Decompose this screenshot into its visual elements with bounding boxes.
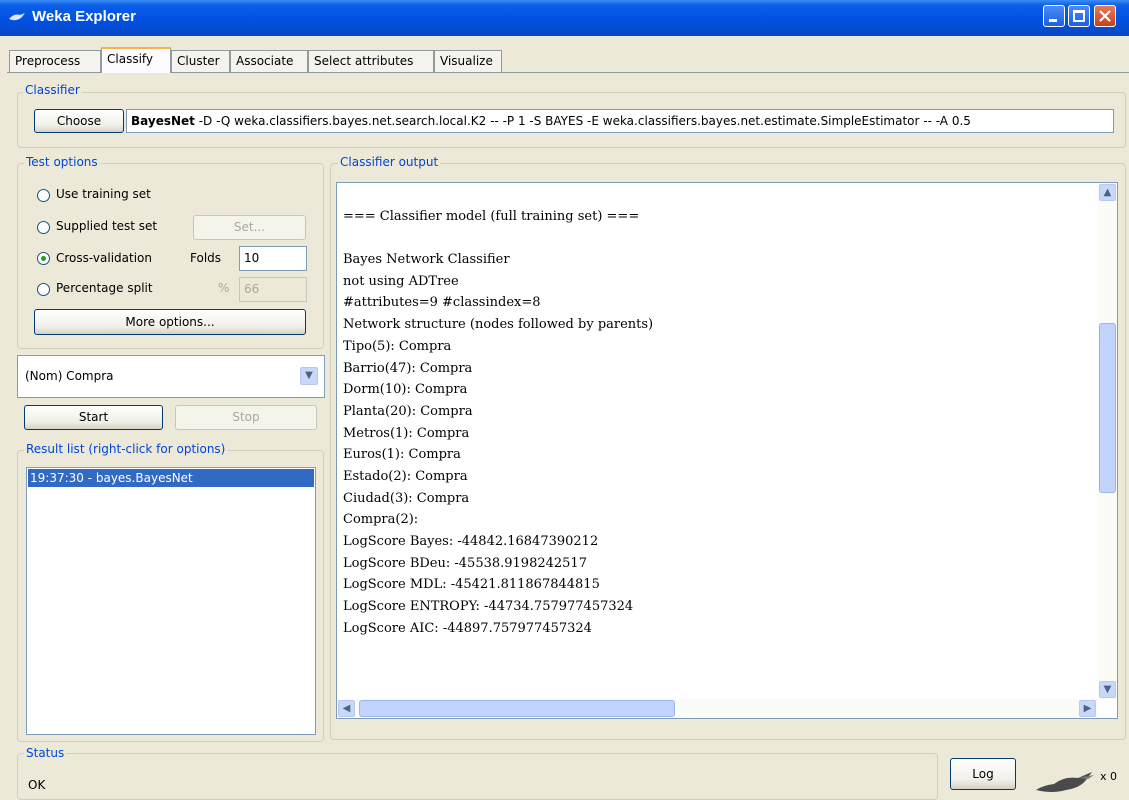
chevron-down-icon[interactable]: ▼ <box>300 367 318 385</box>
class-select-value: (Nom) Compra <box>25 369 114 383</box>
output-line: not using ADTree <box>343 273 459 289</box>
output-line: Network structure (nodes followed by par… <box>343 317 654 333</box>
output-line: Bayes Network Classifier <box>343 252 510 268</box>
tab-preprocess[interactable]: Preprocess <box>9 50 101 72</box>
output-line: LogScore BDeu: -45538.9198242517 <box>343 555 587 571</box>
output-line: #attributes=9 #classindex=8 <box>343 295 541 311</box>
status-legend: Status <box>24 746 67 760</box>
horizontal-scrollbar[interactable]: ◀ ▶ <box>337 699 1098 718</box>
maximize-button[interactable] <box>1068 5 1090 27</box>
vertical-scrollbar[interactable]: ▲ ▼ <box>1098 183 1117 699</box>
tab-label: Cluster <box>177 54 220 68</box>
tab-label: Classify <box>107 52 154 66</box>
window-title: Weka Explorer <box>32 8 136 25</box>
result-list[interactable]: 19:37:30 - bayes.BayesNet <box>26 467 316 735</box>
tab-cluster[interactable]: Cluster <box>171 50 230 72</box>
output-line: LogScore MDL: -45421.811867844815 <box>343 577 600 593</box>
status-text: OK <box>28 778 46 792</box>
stop-button[interactable]: Stop <box>175 405 317 430</box>
log-button[interactable]: Log <box>950 758 1016 790</box>
percent-symbol: % <box>218 281 230 295</box>
output-line: === Classifier model (full training set)… <box>343 208 640 224</box>
output-line: Barrio(47): Compra <box>343 360 473 376</box>
more-options-button[interactable]: More options... <box>34 309 306 335</box>
status-group <box>17 753 938 800</box>
tab-label: Preprocess <box>15 54 81 68</box>
output-line: LogScore AIC: -44897.757977457324 <box>343 620 592 636</box>
scroll-left-icon[interactable]: ◀ <box>338 700 355 717</box>
tab-label: Visualize <box>440 54 493 68</box>
maximize-icon <box>1073 10 1085 22</box>
classifier-output-legend: Classifier output <box>338 155 441 169</box>
minimize-icon <box>1049 19 1057 22</box>
tab-classify[interactable]: Classify <box>101 47 171 73</box>
tab-select-attributes[interactable]: Select attributes <box>308 50 434 72</box>
percentage-split-radio[interactable] <box>37 283 50 296</box>
cross-validation-label: Cross-validation <box>56 251 152 265</box>
output-line: Tipo(5): Compra <box>343 338 452 354</box>
classifier-config-field[interactable]: BayesNet -D -Q weka.classifiers.bayes.ne… <box>126 109 1114 133</box>
output-line: LogScore ENTROPY: -44734.757977457324 <box>343 599 634 615</box>
output-line: LogScore Bayes: -44842.16847390212 <box>343 534 599 549</box>
folds-input[interactable]: 10 <box>239 246 307 271</box>
scroll-up-icon[interactable]: ▲ <box>1099 184 1116 201</box>
vertical-scroll-thumb[interactable] <box>1099 323 1116 493</box>
close-icon <box>1099 10 1111 22</box>
output-line: Ciudad(3): Compra <box>343 490 470 506</box>
output-line: Estado(2): Compra <box>343 468 468 484</box>
percentage-split-label: Percentage split <box>56 281 153 295</box>
test-options-legend: Test options <box>24 155 100 169</box>
result-list-item[interactable]: 19:37:30 - bayes.BayesNet <box>28 469 314 487</box>
minimize-button[interactable] <box>1043 5 1065 27</box>
title-bar[interactable]: Weka Explorer <box>0 0 1129 36</box>
output-line: Dorm(10): Compra <box>343 382 468 398</box>
start-button[interactable]: Start <box>24 405 163 430</box>
percent-input[interactable]: 66 <box>239 277 307 302</box>
tab-label: Select attributes <box>314 54 414 68</box>
output-line: Compra(2): <box>343 512 419 528</box>
scroll-down-icon[interactable]: ▼ <box>1099 681 1116 698</box>
weka-bird-icon <box>1036 772 1094 792</box>
cross-validation-radio[interactable] <box>37 252 50 265</box>
supplied-test-set-label: Supplied test set <box>56 219 158 233</box>
output-lines: === Classifier model (full training set)… <box>338 184 1098 697</box>
scroll-right-icon[interactable]: ▶ <box>1079 700 1096 717</box>
set-button[interactable]: Set... <box>193 215 306 240</box>
classifier-output-text[interactable]: === Classifier model (full training set)… <box>338 184 1098 697</box>
supplied-test-set-radio[interactable] <box>37 221 50 234</box>
choose-button[interactable]: Choose <box>34 109 124 133</box>
result-list-legend: Result list (right-click for options) <box>24 442 228 456</box>
output-line: Euros(1): Compra <box>343 447 461 463</box>
use-training-set-radio[interactable] <box>37 189 50 202</box>
horizontal-scroll-thumb[interactable] <box>359 700 675 717</box>
task-count: x 0 <box>1100 770 1118 783</box>
output-line: Planta(20): Compra <box>343 403 473 419</box>
tab-associate[interactable]: Associate <box>230 50 308 72</box>
close-button[interactable] <box>1094 5 1116 27</box>
weka-bird-icon <box>9 13 25 21</box>
tab-label: Associate <box>236 54 294 68</box>
tab-visualize[interactable]: Visualize <box>434 50 502 72</box>
use-training-set-label: Use training set <box>56 187 151 201</box>
class-select[interactable]: (Nom) Compra <box>17 355 325 398</box>
classifier-options: -D -Q weka.classifiers.bayes.net.search.… <box>194 114 971 128</box>
folds-label: Folds <box>190 251 222 265</box>
classifier-legend: Classifier <box>23 83 82 97</box>
classifier-name: BayesNet <box>131 114 195 128</box>
output-line: Metros(1): Compra <box>343 425 470 441</box>
